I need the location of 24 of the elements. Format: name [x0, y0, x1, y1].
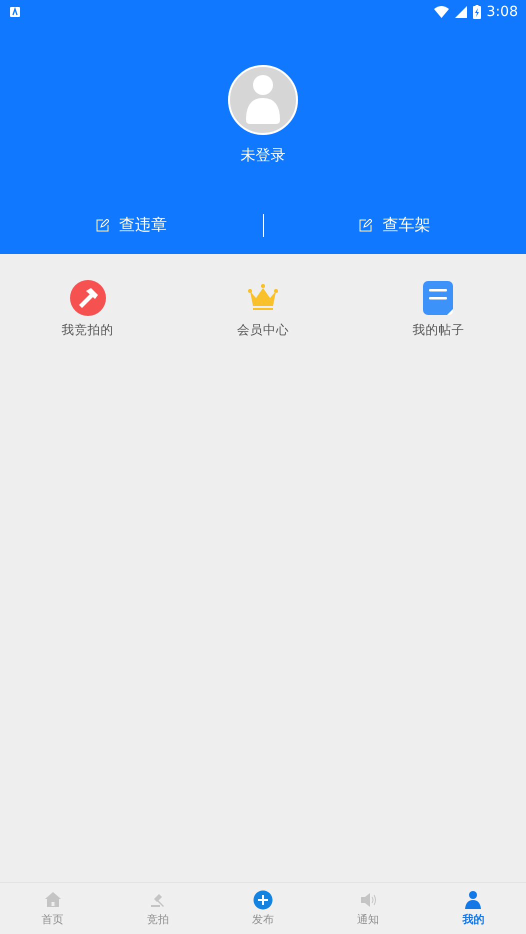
battery-icon: [472, 5, 481, 19]
edit-icon: [359, 218, 372, 232]
quick-action-button[interactable]: 查违章: [0, 214, 262, 236]
tab-item[interactable]: 发布: [210, 883, 316, 934]
add-icon: [253, 890, 273, 910]
signal-icon: [454, 6, 467, 18]
clock-time: 3:08: [486, 4, 518, 20]
speaker-icon: [358, 890, 378, 910]
hammer-icon: [70, 280, 106, 316]
notification-icon: [10, 7, 20, 17]
person-icon: [463, 890, 484, 910]
tab-item[interactable]: 我的: [420, 883, 526, 934]
wifi-icon: [434, 6, 449, 18]
menu-item[interactable]: 我的帖子: [350, 280, 526, 339]
login-status[interactable]: 未登录: [240, 146, 286, 165]
home-icon: [42, 890, 63, 910]
menu-item[interactable]: 我竞拍的: [0, 280, 176, 339]
quick-action-button[interactable]: 查车架: [264, 214, 526, 236]
tab-item[interactable]: 首页: [0, 883, 106, 934]
avatar-icon[interactable]: [228, 65, 298, 135]
edit-icon: [96, 218, 109, 232]
tab-item[interactable]: 通知: [316, 883, 421, 934]
tab-item[interactable]: 竞拍: [105, 883, 210, 934]
menu-item[interactable]: 会员中心: [175, 280, 351, 339]
